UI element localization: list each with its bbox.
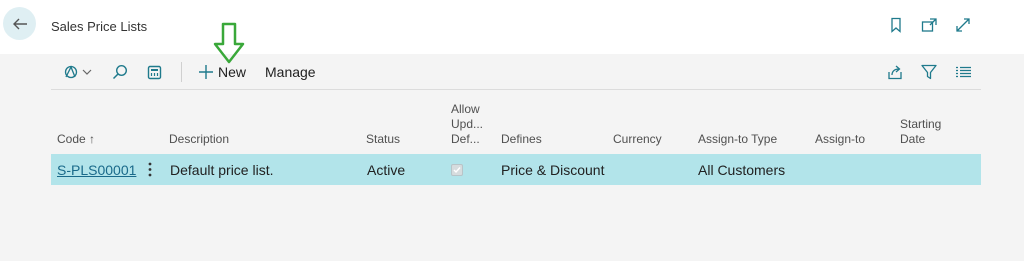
defines-cell: Price & Discount (501, 161, 605, 178)
bookmark-button[interactable] (887, 16, 905, 34)
checkbox-checked-icon (451, 163, 463, 176)
back-arrow-icon (12, 18, 27, 29)
filter-pane-icon (147, 65, 162, 79)
list-view-button[interactable] (956, 56, 971, 88)
table-row[interactable]: S-PLS00001 Default price list. Active Pr… (51, 154, 981, 185)
open-new-window-button[interactable] (920, 16, 938, 34)
new-button[interactable]: New (199, 56, 246, 88)
toolbar-separator (181, 62, 182, 82)
column-header-code[interactable]: Code ↑ (57, 132, 95, 147)
back-button[interactable] (3, 7, 36, 40)
expand-button[interactable] (954, 16, 972, 34)
list-view-icon (956, 66, 971, 78)
share-icon (888, 65, 902, 79)
status-cell: Active (367, 161, 406, 178)
allow-header-line3: Def... (451, 132, 480, 146)
open-in-new-window-icon (921, 18, 937, 32)
manage-menu[interactable]: Manage (265, 56, 316, 88)
page-header: Sales Price Lists (0, 0, 1024, 54)
more-options-icon (148, 162, 152, 177)
analysis-icon (64, 65, 92, 79)
code-header-label: Code (57, 132, 86, 146)
column-header-currency[interactable]: Currency (613, 132, 662, 147)
sort-ascending-icon: ↑ (89, 132, 96, 146)
assign-to-type-cell: All Customers (698, 161, 786, 178)
page-title: Sales Price Lists (51, 19, 148, 34)
action-bar: New Manage (51, 56, 981, 88)
search-button[interactable] (112, 56, 128, 88)
column-header-assign-to[interactable]: Assign-to (815, 132, 865, 147)
search-icon (112, 64, 128, 80)
manage-label: Manage (265, 64, 316, 80)
column-header-allow-updating-defaults[interactable]: Allow Upd... Def... (451, 102, 483, 147)
filter-icon (921, 64, 937, 80)
column-header-assign-to-type[interactable]: Assign-to Type (698, 132, 777, 147)
column-header-status[interactable]: Status (366, 132, 400, 147)
code-cell[interactable]: S-PLS00001 (57, 154, 136, 185)
starting-date-header-line2: Date (900, 132, 926, 146)
allow-header-line2: Upd... (451, 117, 484, 131)
toolbar-divider (51, 89, 981, 90)
starting-date-header-line1: Starting (900, 117, 942, 131)
allow-header-line1: Allow (451, 102, 480, 116)
plus-icon (199, 65, 213, 79)
expand-icon (956, 18, 970, 32)
share-button[interactable] (887, 56, 903, 88)
analysis-button[interactable] (62, 56, 92, 88)
column-header-defines[interactable]: Defines (501, 132, 542, 147)
row-actions-button[interactable] (143, 154, 157, 185)
column-header-description[interactable]: Description (169, 132, 229, 147)
allow-updating-defaults-checkbox[interactable] (451, 154, 463, 185)
filter-button[interactable] (921, 56, 937, 88)
new-label: New (218, 64, 247, 80)
column-header-starting-date[interactable]: Starting Date (900, 117, 941, 147)
filter-pane-button[interactable] (147, 56, 162, 88)
code-link[interactable]: S-PLS00001 (57, 162, 136, 178)
bookmark-icon (891, 17, 901, 33)
description-cell: Default price list. (170, 161, 274, 178)
